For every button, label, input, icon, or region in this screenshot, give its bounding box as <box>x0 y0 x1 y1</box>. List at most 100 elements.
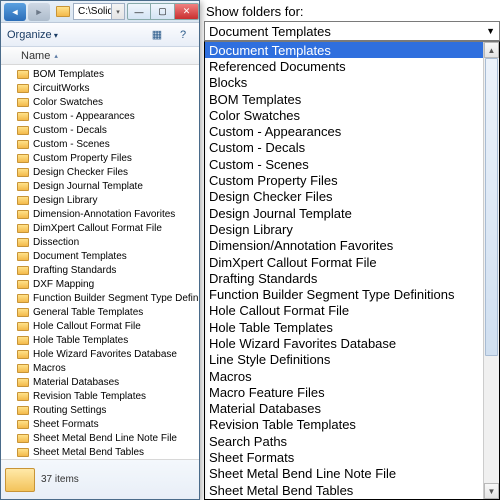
file-list[interactable]: BOM TemplatesCircuitWorksColor SwatchesC… <box>1 65 199 459</box>
list-item[interactable]: Custom - Scenes <box>1 137 199 151</box>
list-item[interactable]: Macro Feature Files <box>205 384 483 400</box>
item-label: Function Builder Segment Type Defini... <box>33 293 199 304</box>
list-item[interactable]: Document Templates <box>1 249 199 263</box>
list-item[interactable]: Dimension/Annotation Favorites <box>205 238 483 254</box>
list-item[interactable]: Design Library <box>1 193 199 207</box>
folder-icon <box>17 308 29 317</box>
list-item[interactable]: Document Templates <box>205 42 483 58</box>
list-item[interactable]: Design Journal Template <box>205 205 483 221</box>
folder-icon <box>17 350 29 359</box>
folder-icon <box>17 70 29 79</box>
folder-type-combobox[interactable]: Document Templates ▼ <box>204 21 500 41</box>
list-item[interactable]: Hole Table Templates <box>205 319 483 335</box>
item-label: Material Databases <box>33 377 119 388</box>
list-item[interactable]: Drafting Standards <box>205 270 483 286</box>
list-item[interactable]: Sheet Formats <box>1 417 199 431</box>
list-item[interactable]: Material Databases <box>205 401 483 417</box>
list-item[interactable]: Custom - Appearances <box>1 109 199 123</box>
help-button[interactable]: ? <box>173 26 193 44</box>
list-item[interactable]: Dimension-Annotation Favorites <box>1 207 199 221</box>
list-item[interactable]: Design Checker Files <box>1 165 199 179</box>
list-item[interactable]: Search Paths <box>205 433 483 449</box>
list-item[interactable]: Design Journal Template <box>1 179 199 193</box>
list-item[interactable]: Drafting Standards <box>1 263 199 277</box>
list-item[interactable]: Macros <box>205 368 483 384</box>
combobox-value: Document Templates <box>209 24 331 39</box>
list-item[interactable]: Design Library <box>205 221 483 237</box>
list-item[interactable]: Routing Settings <box>1 403 199 417</box>
list-item[interactable]: Custom - Decals <box>1 123 199 137</box>
scroll-track[interactable] <box>484 58 499 483</box>
list-items: Document TemplatesReferenced DocumentsBl… <box>205 42 483 499</box>
list-item[interactable]: Hole Callout Format File <box>1 319 199 333</box>
list-item[interactable]: Dissection <box>1 235 199 249</box>
item-label: Sheet Metal Bend Line Note File <box>33 433 177 444</box>
list-item[interactable]: Sheet Metal Gauge Table <box>205 498 483 499</box>
list-item[interactable]: Function Builder Segment Type Definition… <box>205 286 483 302</box>
address-dropdown[interactable]: ▾ <box>112 3 125 20</box>
list-item[interactable]: Revision Table Templates <box>1 389 199 403</box>
list-item[interactable]: Sheet Metal Bend Tables <box>1 445 199 459</box>
close-button[interactable]: ✕ <box>175 3 199 20</box>
list-item[interactable]: Line Style Definitions <box>205 352 483 368</box>
list-item[interactable]: Revision Table Templates <box>205 417 483 433</box>
scroll-thumb[interactable] <box>485 58 498 356</box>
folder-icon <box>17 84 29 93</box>
list-item[interactable]: Hole Wizard Favorites Database <box>1 347 199 361</box>
list-item[interactable]: DimXpert Callout Format File <box>205 254 483 270</box>
list-item[interactable]: BOM Templates <box>205 91 483 107</box>
address-bar[interactable]: C:\SolidWorks Custom <box>73 3 112 20</box>
list-item[interactable]: BOM Templates <box>1 67 199 81</box>
list-item[interactable]: Custom - Appearances <box>205 123 483 139</box>
maximize-button[interactable]: ▢ <box>151 3 175 20</box>
scrollbar[interactable]: ▲ ▼ <box>483 42 499 499</box>
list-item[interactable]: Custom Property Files <box>1 151 199 165</box>
item-label: Revision Table Templates <box>33 391 146 402</box>
item-label: Dissection <box>33 237 79 248</box>
organize-menu[interactable]: Organize <box>7 29 58 41</box>
minimize-button[interactable]: — <box>127 3 151 20</box>
item-label: Color Swatches <box>33 97 103 108</box>
panel-label: Show folders for: <box>204 2 500 21</box>
list-item[interactable]: General Table Templates <box>1 305 199 319</box>
list-item[interactable]: Sheet Metal Bend Line Note File <box>205 466 483 482</box>
item-label: Sheet Metal Bend Tables <box>33 447 144 458</box>
list-item[interactable]: Material Databases <box>1 375 199 389</box>
folder-icon <box>17 336 29 345</box>
list-item[interactable]: Custom - Decals <box>205 140 483 156</box>
list-item[interactable]: Hole Table Templates <box>1 333 199 347</box>
folder-icon <box>17 406 29 415</box>
list-item[interactable]: Sheet Metal Bend Line Note File <box>1 431 199 445</box>
item-label: Hole Table Templates <box>33 335 128 346</box>
column-header-name[interactable]: Name ▴ <box>1 47 199 65</box>
list-item[interactable]: Function Builder Segment Type Defini... <box>1 291 199 305</box>
item-label: Sheet Formats <box>33 419 99 430</box>
list-item[interactable]: Custom Property Files <box>205 172 483 188</box>
list-item[interactable]: Color Swatches <box>1 95 199 109</box>
list-item[interactable]: Hole Callout Format File <box>205 303 483 319</box>
list-item[interactable]: Blocks <box>205 75 483 91</box>
back-button[interactable]: ◄ <box>4 3 26 21</box>
list-item[interactable]: Design Checker Files <box>205 189 483 205</box>
scroll-up-button[interactable]: ▲ <box>484 42 499 58</box>
item-label: Dimension-Annotation Favorites <box>33 209 175 220</box>
list-item[interactable]: Referenced Documents <box>205 58 483 74</box>
list-item[interactable]: CircuitWorks <box>1 81 199 95</box>
list-item[interactable]: Sheet Formats <box>205 449 483 465</box>
list-item[interactable]: Custom - Scenes <box>205 156 483 172</box>
list-item[interactable]: DimXpert Callout Format File <box>1 221 199 235</box>
item-label: Design Journal Template <box>33 181 143 192</box>
folder-type-panel: Show folders for: Document Templates ▼ D… <box>200 0 500 500</box>
list-item[interactable]: Color Swatches <box>205 107 483 123</box>
list-item[interactable]: Hole Wizard Favorites Database <box>205 335 483 351</box>
column-label: Name <box>21 50 50 62</box>
forward-button[interactable]: ► <box>28 3 50 21</box>
item-label: CircuitWorks <box>33 83 89 94</box>
list-item[interactable]: DXF Mapping <box>1 277 199 291</box>
folder-icon <box>17 434 29 443</box>
views-button[interactable]: ▦ <box>147 26 167 44</box>
scroll-down-button[interactable]: ▼ <box>484 483 499 499</box>
list-item[interactable]: Sheet Metal Bend Tables <box>205 482 483 498</box>
item-label: Hole Callout Format File <box>33 321 141 332</box>
list-item[interactable]: Macros <box>1 361 199 375</box>
